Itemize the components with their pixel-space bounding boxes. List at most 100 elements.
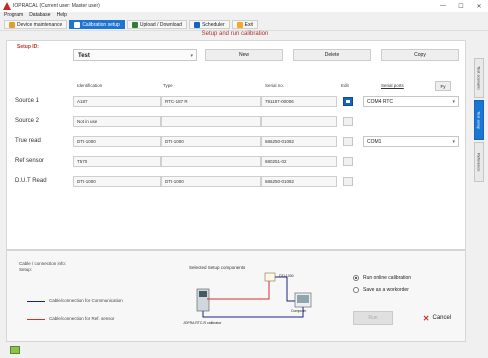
diagram-dti-label: DTI-1000 [279,274,294,278]
edit-source-1-button[interactable] [343,97,353,106]
ref-sensor-line-icon [27,319,45,320]
upload-download-label: Upload / Download [139,21,183,28]
port-select-source-1[interactable]: COM4 RTC ▾ [363,96,459,107]
legend-communication: Cable/connection for Communication [49,298,123,303]
dti-cable [275,276,295,302]
close-button[interactable]: ✕ [470,0,488,12]
cell-type[interactable]: DTI-1000 [161,176,261,187]
setup-panel: Setup ID: Test ▾ New Delete Copy Identif… [6,40,466,250]
row-label-true-read: True read [15,138,41,144]
refresh-ports-button[interactable]: Fy [435,81,451,91]
maximize-button[interactable]: ☐ [452,0,470,12]
chevron-down-icon: ▾ [452,139,455,145]
tab-reference[interactable]: Reference [474,142,484,182]
communication-line-icon [27,301,45,302]
delete-button[interactable]: Delete [293,49,371,61]
computer-screen [297,295,309,303]
save-workorder-option[interactable]: Save as a workorder [353,287,409,293]
run-button[interactable]: Run [353,311,393,325]
toolbar: Device maintenance Calibration setup Upl… [0,19,488,31]
calibration-setup-button[interactable]: Calibration setup [69,20,125,29]
status-icon [10,346,20,354]
cell-type[interactable] [161,156,261,167]
cell-type[interactable]: DTI-1000 [161,136,261,147]
dti-device-icon [264,272,276,282]
upload-icon [131,21,138,28]
tab-test-scenario[interactable]: Test scenario [474,58,484,98]
edit-dut-read-button[interactable] [343,177,353,186]
communication-cable [202,307,304,318]
calibrator-screen [199,291,207,297]
cell-serial[interactable]: 686250-01082 [261,136,337,147]
cell-identification[interactable]: DTI-1000 [73,136,161,147]
chevron-down-icon: ▾ [452,99,455,105]
port-value-true-read: COM1 [367,139,382,145]
row-label-dut-read: D.U.T Read [15,178,47,184]
setup-id-label: Setup ID: [17,44,39,50]
radio-save-workorder[interactable] [353,287,359,293]
legend-subtitle: Setup: [19,267,33,272]
header-identification: Identification [77,83,103,88]
diagram-computer-label: Computer [291,309,307,313]
exit-icon [236,21,243,28]
scheduler-button[interactable]: Scheduler [189,20,230,29]
run-online-option[interactable]: Run online calibration [353,275,411,281]
menu-database[interactable]: Database [29,12,50,18]
cell-identification[interactable]: A187 [73,96,161,107]
menu-help[interactable]: Help [57,12,67,18]
copy-button[interactable]: Copy [381,49,459,61]
new-button[interactable]: New [205,49,283,61]
legend-title: Cable / connection info: Setup: [19,261,66,273]
window-title: IOPRACAL (Current user: Master user) [13,3,100,9]
cell-type[interactable] [161,116,261,127]
cancel-label: Cancel [432,315,452,321]
setup-diagram: Selected Setup components DTI-1000 JOFRA… [177,265,317,335]
cancel-button[interactable]: ✕ Cancel [415,311,459,325]
cell-identification[interactable]: T570 [73,156,161,167]
cell-serial[interactable] [261,116,337,127]
header-edit: Edit [341,83,349,88]
device-maintenance-label: Device maintenance [17,21,63,28]
edit-true-read-button[interactable] [343,137,353,146]
port-select-true-read[interactable]: COM1 ▾ [363,136,459,147]
port-value-source-1: COM4 RTC [367,99,394,105]
row-label-source-2: Source 2 [15,118,40,124]
cell-type[interactable]: RTC-187 R [161,96,261,107]
exit-button[interactable]: Exit [231,20,258,29]
diagram-rtc-label: JOFRA RTC-R calibrator [183,321,222,325]
ref-sensor-cable [207,281,270,300]
device-icon [9,21,15,28]
radio-run-online[interactable] [353,275,359,281]
cell-serial[interactable]: 680251-02 [261,156,337,167]
row-label-ref-sensor: Ref sensor [15,158,45,164]
upload-download-button[interactable]: Upload / Download [126,20,188,29]
bottom-panel: Cable / connection info: Setup: Cable/co… [6,250,466,342]
legend-ref-sensor: Cable/connection for Ref. sensor [49,316,115,321]
serial-ports-link[interactable]: Serial ports [381,83,404,88]
cancel-icon: ✕ [422,313,430,323]
title-bar: IOPRACAL (Current user: Master user) — ☐… [0,0,488,12]
minimize-button[interactable]: — [434,0,452,12]
header-serial: Serial no. [265,83,285,88]
device-maintenance-button[interactable]: Device maintenance [4,20,68,29]
cell-identification[interactable]: Not in use [73,116,161,127]
setup-id-value: Test [78,53,90,59]
page-title: Setup and run calibration [201,31,269,37]
cell-identification[interactable]: DTI-1000 [73,176,161,187]
row-label-source-1: Source 1 [15,98,40,104]
scheduler-icon [194,21,201,28]
edit-source-2-button[interactable] [343,117,353,126]
edit-ref-sensor-button[interactable] [343,157,353,166]
run-online-label: Run online calibration [363,275,412,281]
cell-serial[interactable]: 791187-00006 [261,96,337,107]
tab-test-setup[interactable]: Test setup [474,100,484,140]
scheduler-label: Scheduler [202,21,225,28]
cell-serial[interactable]: 686250-01082 [261,176,337,187]
calibration-setup-label: Calibration setup [82,21,120,28]
menu-program[interactable]: Program [4,12,23,18]
header-type: Type [163,83,173,88]
exit-label: Exit [244,21,253,28]
menu-bar: Program Database Help [0,11,73,19]
app-logo-icon [3,2,11,10]
setup-id-select[interactable]: Test ▾ [73,49,197,61]
